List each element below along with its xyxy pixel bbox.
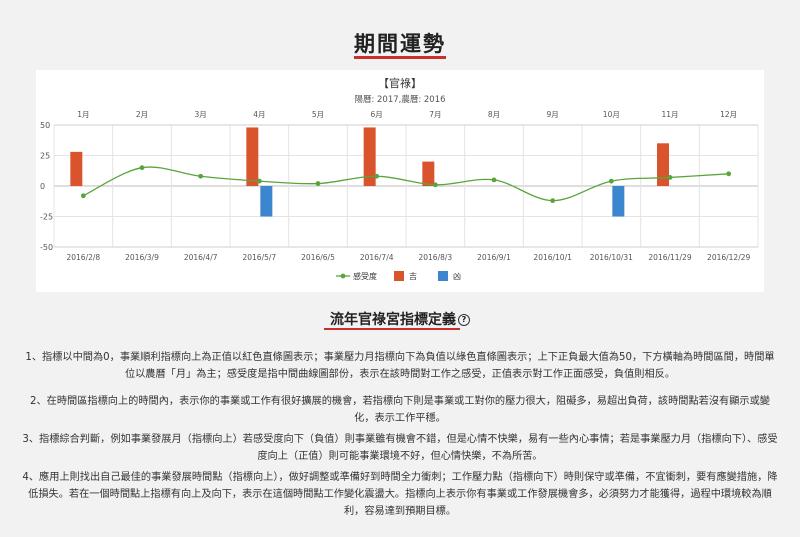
top-axis-label: 11月: [661, 110, 678, 119]
feeling-point: [432, 182, 438, 188]
x-tick-label: 2016/4/7: [184, 253, 218, 262]
legend-label: 吉: [409, 272, 417, 281]
section-title-text: 流年官祿宮指標定義: [330, 312, 456, 328]
top-axis-label: 7月: [429, 110, 441, 119]
feeling-point: [80, 193, 86, 199]
section-title: 流年官祿宮指標定義?: [0, 309, 800, 329]
chart-subtitle: 陽曆: 2017,農曆: 2016: [354, 94, 445, 105]
x-tick-label: 2016/10/1: [533, 253, 572, 262]
x-tick-label: 2016/11/29: [648, 253, 691, 262]
legend-label: 凶: [453, 272, 461, 281]
chart-title: 【官祿】: [378, 76, 422, 90]
top-axis-label: 3月: [195, 110, 207, 119]
top-axis-label: 12月: [720, 110, 737, 119]
y-tick-label: 50: [40, 121, 50, 130]
feeling-point: [139, 165, 145, 171]
x-tick-label: 2016/8/3: [418, 253, 452, 262]
definition-paragraph-3: 3、指標綜合判斷，例如事業發展月（指標向上）若感受度向下（負值）則事業雖有機會不…: [22, 434, 778, 462]
page-title: 期間運勢: [354, 32, 446, 56]
y-tick-label: 0: [40, 182, 45, 191]
top-axis-label: 5月: [312, 110, 324, 119]
legend-line-marker: [340, 273, 346, 279]
section-underline: [324, 328, 460, 330]
y-tick-label: 25: [40, 152, 50, 161]
feeling-point: [550, 198, 556, 204]
bar-ji: [657, 143, 669, 186]
x-tick-label: 2016/7/4: [360, 253, 394, 262]
top-axis-label: 10月: [603, 110, 620, 119]
definition-paragraph-4: 4、應用上則找出自己最佳的事業發展時間點（指標向上），做好調整或準備好到時間全力…: [22, 472, 778, 517]
top-axis-label: 4月: [253, 110, 265, 119]
x-tick-label: 2016/6/5: [301, 253, 335, 262]
top-axis-label: 8月: [488, 110, 500, 119]
y-tick-label: -50: [40, 243, 53, 252]
x-tick-label: 2016/2/8: [66, 253, 100, 262]
x-tick-label: 2016/10/31: [590, 253, 633, 262]
x-tick-label: 2016/12/29: [707, 253, 750, 262]
bar-xiong: [260, 186, 273, 217]
legend-swatch-ji: [394, 271, 404, 281]
top-axis-label: 6月: [371, 110, 383, 119]
feeling-point: [491, 177, 497, 183]
bar-ji: [70, 151, 83, 186]
y-tick-label: -25: [40, 213, 53, 222]
chart-svg: 【官祿】 陽曆: 2017,農曆: 2016 50 25 0 -25 -50 1月 2月 3月…: [40, 76, 759, 281]
legend-label: 感受度: [353, 271, 377, 281]
feeling-point: [726, 171, 732, 177]
bar-ji: [246, 127, 259, 186]
feeling-point: [667, 175, 673, 180]
feeling-point: [374, 173, 380, 179]
bar-ji: [422, 161, 435, 186]
bar-xiong: [612, 186, 625, 217]
x-tick-label: 2016/5/7: [242, 253, 276, 262]
feeling-point: [315, 181, 321, 186]
definition-paragraph-1: 1、指標以中間為0，事業順利指標向上為正值以紅色直條圖表示；事業壓力月指標向下為…: [25, 352, 775, 380]
top-axis-label: 9月: [547, 110, 559, 119]
chart-card: 【官祿】 陽曆: 2017,農曆: 2016 50 25 0 -25 -50 1月 2月 3月…: [36, 70, 764, 292]
feeling-point: [608, 178, 614, 184]
legend-swatch-xiong: [438, 271, 448, 281]
title-underline: [354, 56, 446, 59]
definition-paragraph-2: 2、在時間區指標向上的時間內，表示你的事業或工作有很好擴展的機會，若指標向下則是…: [30, 396, 770, 424]
feeling-point: [256, 178, 262, 184]
x-tick-label: 2016/9/1: [477, 253, 511, 262]
top-axis-label: 1月: [77, 110, 89, 119]
top-axis-label: 2月: [136, 110, 148, 119]
feeling-point: [198, 173, 204, 179]
x-tick-label: 2016/3/9: [125, 253, 159, 262]
help-icon[interactable]: ?: [458, 314, 470, 326]
